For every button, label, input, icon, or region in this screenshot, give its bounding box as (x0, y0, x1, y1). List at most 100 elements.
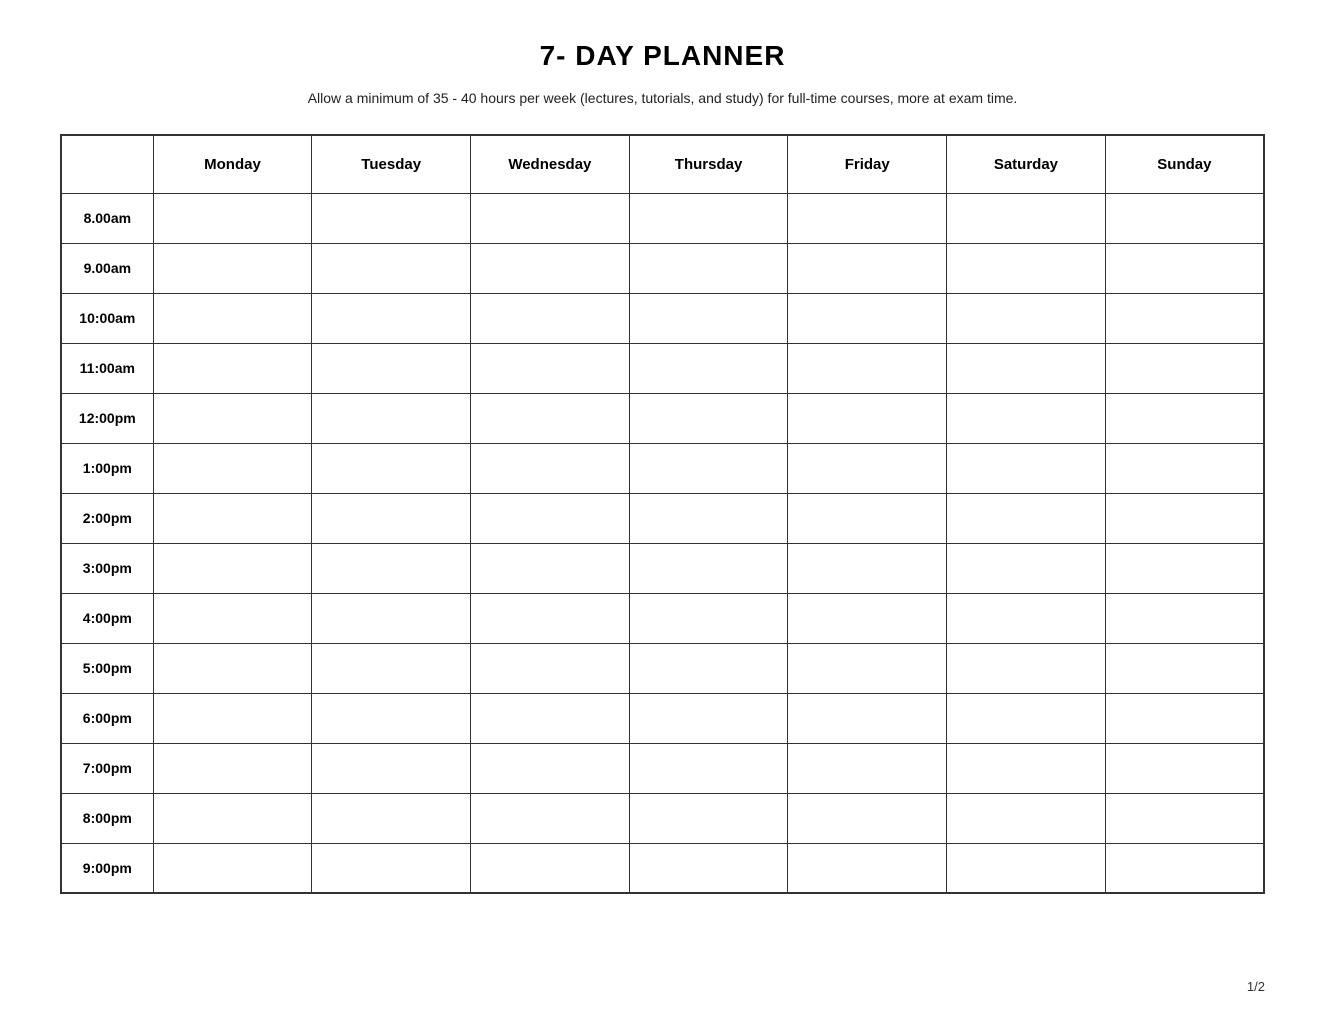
schedule-cell[interactable] (788, 843, 947, 893)
schedule-cell[interactable] (1105, 743, 1264, 793)
schedule-cell[interactable] (153, 343, 312, 393)
schedule-cell[interactable] (947, 693, 1106, 743)
schedule-cell[interactable] (788, 343, 947, 393)
schedule-cell[interactable] (947, 493, 1106, 543)
schedule-cell[interactable] (629, 243, 788, 293)
schedule-cell[interactable] (471, 543, 630, 593)
schedule-cell[interactable] (153, 543, 312, 593)
schedule-cell[interactable] (1105, 243, 1264, 293)
schedule-cell[interactable] (312, 693, 471, 743)
schedule-cell[interactable] (153, 493, 312, 543)
schedule-cell[interactable] (788, 443, 947, 493)
schedule-cell[interactable] (153, 793, 312, 843)
schedule-cell[interactable] (312, 343, 471, 393)
schedule-cell[interactable] (153, 843, 312, 893)
schedule-cell[interactable] (471, 843, 630, 893)
schedule-cell[interactable] (1105, 643, 1264, 693)
schedule-cell[interactable] (788, 543, 947, 593)
schedule-cell[interactable] (312, 743, 471, 793)
schedule-cell[interactable] (629, 693, 788, 743)
schedule-cell[interactable] (788, 493, 947, 543)
schedule-cell[interactable] (312, 443, 471, 493)
schedule-cell[interactable] (629, 393, 788, 443)
schedule-cell[interactable] (312, 593, 471, 643)
schedule-cell[interactable] (629, 293, 788, 343)
schedule-cell[interactable] (947, 343, 1106, 393)
schedule-cell[interactable] (312, 393, 471, 443)
schedule-cell[interactable] (629, 443, 788, 493)
schedule-cell[interactable] (629, 643, 788, 693)
schedule-cell[interactable] (1105, 843, 1264, 893)
schedule-cell[interactable] (153, 193, 312, 243)
schedule-cell[interactable] (471, 593, 630, 643)
schedule-cell[interactable] (153, 293, 312, 343)
schedule-cell[interactable] (153, 643, 312, 693)
schedule-cell[interactable] (471, 493, 630, 543)
schedule-cell[interactable] (312, 193, 471, 243)
schedule-cell[interactable] (471, 643, 630, 693)
schedule-cell[interactable] (947, 443, 1106, 493)
schedule-cell[interactable] (471, 293, 630, 343)
schedule-cell[interactable] (1105, 343, 1264, 393)
schedule-cell[interactable] (947, 543, 1106, 593)
schedule-cell[interactable] (788, 593, 947, 643)
schedule-cell[interactable] (629, 593, 788, 643)
schedule-cell[interactable] (471, 743, 630, 793)
schedule-cell[interactable] (1105, 493, 1264, 543)
schedule-cell[interactable] (947, 243, 1106, 293)
schedule-cell[interactable] (947, 643, 1106, 693)
schedule-cell[interactable] (1105, 543, 1264, 593)
schedule-cell[interactable] (312, 793, 471, 843)
schedule-cell[interactable] (1105, 793, 1264, 843)
schedule-cell[interactable] (788, 293, 947, 343)
schedule-cell[interactable] (629, 793, 788, 843)
schedule-cell[interactable] (788, 193, 947, 243)
schedule-cell[interactable] (1105, 193, 1264, 243)
schedule-cell[interactable] (153, 743, 312, 793)
schedule-cell[interactable] (788, 643, 947, 693)
schedule-cell[interactable] (153, 393, 312, 443)
schedule-cell[interactable] (471, 693, 630, 743)
schedule-cell[interactable] (788, 793, 947, 843)
time-cell: 4:00pm (61, 593, 153, 643)
schedule-cell[interactable] (312, 843, 471, 893)
schedule-cell[interactable] (312, 293, 471, 343)
schedule-cell[interactable] (153, 693, 312, 743)
schedule-cell[interactable] (471, 193, 630, 243)
schedule-cell[interactable] (947, 393, 1106, 443)
schedule-cell[interactable] (629, 493, 788, 543)
schedule-cell[interactable] (471, 393, 630, 443)
schedule-cell[interactable] (312, 643, 471, 693)
schedule-cell[interactable] (788, 693, 947, 743)
schedule-cell[interactable] (788, 393, 947, 443)
schedule-cell[interactable] (471, 343, 630, 393)
schedule-cell[interactable] (947, 193, 1106, 243)
schedule-cell[interactable] (947, 843, 1106, 893)
schedule-cell[interactable] (1105, 693, 1264, 743)
schedule-cell[interactable] (629, 843, 788, 893)
schedule-cell[interactable] (312, 243, 471, 293)
schedule-cell[interactable] (1105, 593, 1264, 643)
schedule-cell[interactable] (1105, 443, 1264, 493)
schedule-cell[interactable] (629, 543, 788, 593)
schedule-cell[interactable] (471, 443, 630, 493)
schedule-cell[interactable] (312, 493, 471, 543)
schedule-cell[interactable] (947, 293, 1106, 343)
schedule-cell[interactable] (153, 443, 312, 493)
schedule-cell[interactable] (629, 193, 788, 243)
schedule-cell[interactable] (947, 793, 1106, 843)
schedule-cell[interactable] (629, 743, 788, 793)
schedule-cell[interactable] (629, 343, 788, 393)
schedule-cell[interactable] (312, 543, 471, 593)
day-header-friday: Friday (788, 135, 947, 193)
schedule-cell[interactable] (153, 593, 312, 643)
schedule-cell[interactable] (153, 243, 312, 293)
schedule-cell[interactable] (947, 743, 1106, 793)
schedule-cell[interactable] (1105, 393, 1264, 443)
schedule-cell[interactable] (471, 793, 630, 843)
schedule-cell[interactable] (788, 243, 947, 293)
schedule-cell[interactable] (788, 743, 947, 793)
schedule-cell[interactable] (947, 593, 1106, 643)
schedule-cell[interactable] (1105, 293, 1264, 343)
schedule-cell[interactable] (471, 243, 630, 293)
